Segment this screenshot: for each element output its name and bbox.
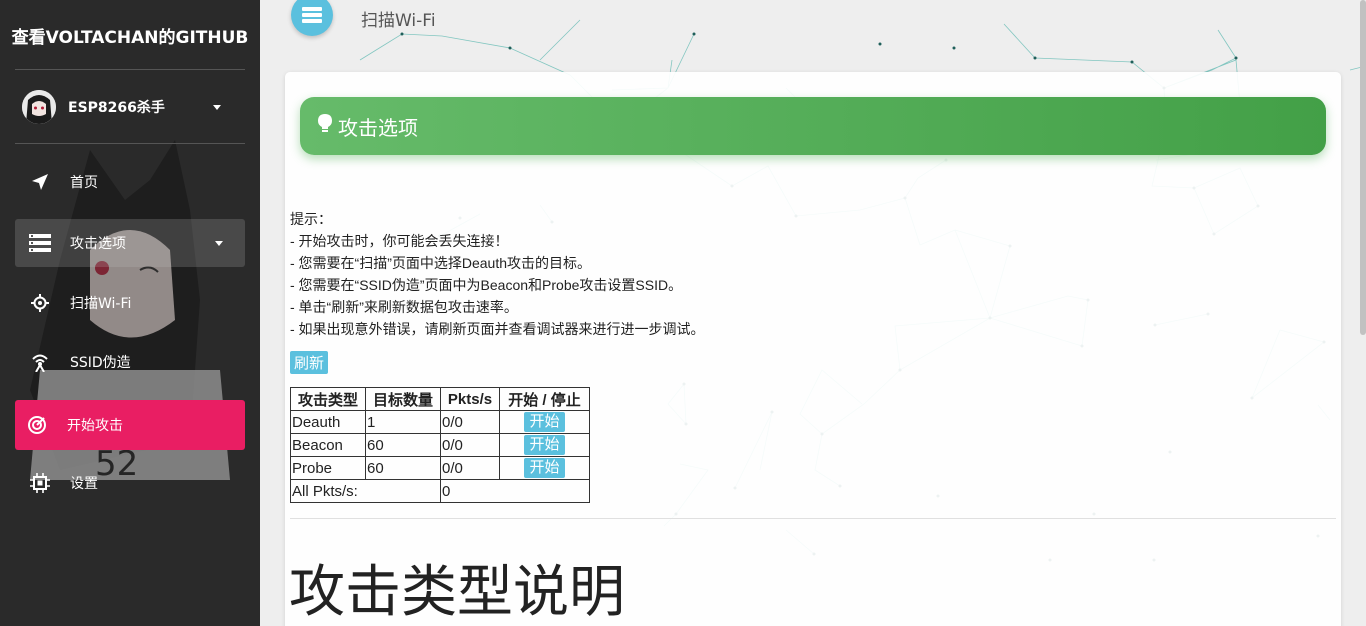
antenna-icon: [28, 350, 52, 374]
attack-type-cell: Beacon: [290, 433, 366, 457]
hints-block: 提示： - 开始攻击时，你可能会丢失连接！ - 您需要在“扫描”页面中选择Dea…: [290, 208, 705, 340]
sidebar-item-label: 首页: [70, 175, 98, 191]
list-icon: [28, 231, 52, 255]
card-header: 攻击选项: [300, 97, 1326, 155]
radar-icon: [25, 413, 49, 437]
table-row: All Pkts/s: 0: [290, 479, 590, 503]
sidebar-item-start-attack[interactable]: 开始攻击: [15, 400, 245, 450]
refresh-button[interactable]: 刷新: [290, 351, 329, 374]
pkts-cell: 0/0: [440, 456, 500, 480]
total-value-cell: 0: [440, 479, 590, 503]
start-beacon-button[interactable]: 开始: [524, 435, 565, 455]
table-row: Beacon 60 0/0 开始: [290, 433, 590, 457]
column-header: Pkts/s: [440, 387, 500, 411]
navigation-arrow-icon: [28, 170, 52, 194]
table-header-row: 攻击类型 目标数量 Pkts/s 开始 / 停止: [290, 387, 590, 411]
hint-line: - 如果出现意外错误，请刷新页面并查看调试器来进行进一步调试。: [290, 321, 705, 337]
column-header: 攻击类型: [290, 387, 366, 411]
chevron-down-icon: [213, 105, 221, 110]
start-probe-button[interactable]: 开始: [524, 458, 565, 478]
attack-type-cell: Deauth: [290, 410, 366, 434]
sidebar-item-attack-options[interactable]: 攻击选项: [15, 219, 245, 267]
action-cell: 开始: [499, 433, 590, 457]
hint-line: 提示：: [290, 211, 332, 227]
total-label-cell: All Pkts/s:: [290, 479, 441, 503]
lightbulb-icon: [318, 114, 332, 138]
sidebar-item-scan-wifi[interactable]: 扫描Wi-Fi: [15, 279, 245, 327]
target-count-cell: 1: [365, 410, 441, 434]
sidebar: 52 查看VOLTACHAN的GITHUB ESP8266杀手 首页 攻击选项: [0, 0, 260, 626]
top-navbar: 扫描Wi-Fi: [260, 0, 1366, 50]
page-scrollbar[interactable]: [1360, 0, 1366, 626]
sidebar-divider: [15, 143, 245, 144]
target-count-cell: 60: [365, 456, 441, 480]
sidebar-item-settings[interactable]: 设置: [15, 459, 245, 507]
table-row: Deauth 1 0/0 开始: [290, 410, 590, 434]
hint-line: - 您需要在“扫描”页面中选择Deauth攻击的目标。: [290, 255, 592, 271]
card-title: 攻击选项: [338, 115, 418, 140]
page-title: 扫描Wi-Fi: [361, 11, 436, 31]
user-menu[interactable]: ESP8266杀手: [22, 88, 247, 126]
hint-line: - 单击“刷新”来刷新数据包攻击速率。: [290, 299, 518, 315]
sidebar-item-home[interactable]: 首页: [15, 158, 245, 206]
attack-card: 攻击选项 提示： - 开始攻击时，你可能会丢失连接！ - 您需要在“扫描”页面中…: [285, 72, 1341, 626]
table-row: Probe 60 0/0 开始: [290, 456, 590, 480]
sidebar-item-label: 设置: [70, 476, 98, 492]
column-header: 开始 / 停止: [499, 387, 590, 411]
hint-line: - 开始攻击时，你可能会丢失连接！: [290, 233, 509, 249]
sidebar-item-label: SSID伪造: [70, 355, 131, 371]
attack-type-cell: Probe: [290, 456, 366, 480]
action-cell: 开始: [499, 456, 590, 480]
chip-icon: [28, 471, 52, 495]
sidebar-item-label: 攻击选项: [70, 236, 126, 252]
sidebar-item-label: 扫描Wi-Fi: [70, 296, 132, 312]
action-cell: 开始: [499, 410, 590, 434]
target-count-cell: 60: [365, 433, 441, 457]
scrollbar-thumb[interactable]: [1360, 0, 1366, 335]
target-icon: [28, 291, 52, 315]
attack-table: 攻击类型 目标数量 Pkts/s 开始 / 停止 Deauth 1 0/0 开始…: [290, 387, 590, 503]
pkts-cell: 0/0: [440, 410, 500, 434]
user-name: ESP8266杀手: [68, 100, 165, 116]
column-header: 目标数量: [365, 387, 441, 411]
sidebar-item-ssid-spoof[interactable]: SSID伪造: [15, 338, 245, 386]
chevron-down-icon: [215, 241, 223, 246]
hint-line: - 您需要在“SSID伪造”页面中为Beacon和Probe攻击设置SSID。: [290, 277, 683, 293]
avatar: [22, 90, 56, 124]
brand-link[interactable]: 查看VOLTACHAN的GITHUB: [0, 0, 260, 70]
section-title: 攻击类型说明: [289, 560, 625, 623]
list-icon: [302, 7, 322, 23]
pkts-cell: 0/0: [440, 433, 500, 457]
sidebar-divider: [15, 69, 245, 70]
sidebar-item-label: 开始攻击: [67, 418, 123, 434]
menu-toggle-button[interactable]: [291, 0, 333, 36]
section-divider: [290, 518, 1336, 519]
start-deauth-button[interactable]: 开始: [524, 412, 565, 432]
